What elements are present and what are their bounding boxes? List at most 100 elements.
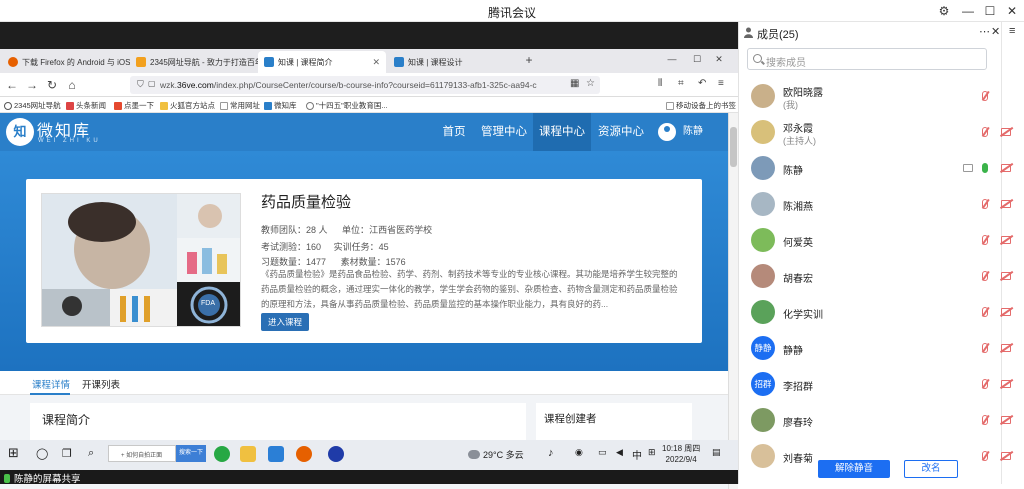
browser-tab[interactable]: 下载 Firefox 的 Android 与 iOS 版 xyxy=(2,51,130,73)
unmute-all-button[interactable]: 解除静音 xyxy=(818,460,890,478)
member-row[interactable]: 陈湘燕 xyxy=(739,186,1011,222)
browser-tab[interactable]: 2345网址导航 - 致力于打造百年 xyxy=(130,51,258,73)
microphone-muted-icon[interactable] xyxy=(982,343,988,353)
camera-off-icon[interactable] xyxy=(1001,380,1011,388)
microphone-muted-icon[interactable] xyxy=(982,199,988,209)
member-row[interactable]: 何爱英 xyxy=(739,222,1011,258)
settings-icon[interactable]: ⚙ xyxy=(933,2,955,20)
maximize-icon[interactable]: ☐ xyxy=(979,2,1001,20)
menu-icon[interactable]: ≡ xyxy=(718,78,724,89)
camera-off-icon[interactable] xyxy=(1001,200,1011,208)
mic-tray-icon[interactable]: ♪ xyxy=(548,447,554,459)
bookmark-item[interactable]: 点墨一下 xyxy=(114,100,154,111)
home-icon[interactable]: ⌂ xyxy=(65,78,79,92)
meeting-app-icon[interactable] xyxy=(268,446,284,462)
microphone-icon[interactable] xyxy=(982,163,988,173)
screen-share-icon xyxy=(963,164,973,172)
screenshot-icon[interactable]: ⌗ xyxy=(678,78,684,89)
bookmark-star-icon[interactable]: ☆ xyxy=(586,78,595,89)
microphone-muted-icon[interactable] xyxy=(982,415,988,425)
camera-off-icon[interactable] xyxy=(1001,308,1011,316)
member-row[interactable]: 静静 静静 xyxy=(739,330,1011,366)
member-row[interactable]: 邓永霞 (主持人) xyxy=(739,114,1011,150)
member-row[interactable]: 招群 李招群 xyxy=(739,366,1011,402)
enter-course-button[interactable]: 进入课程 xyxy=(261,313,309,331)
user-name[interactable]: 陈静 xyxy=(683,113,703,151)
member-search-input[interactable]: 搜索成员 xyxy=(747,48,987,70)
close-panel-icon[interactable]: ✕ xyxy=(991,25,1000,38)
browser-tab[interactable]: 知课 | 课程设计 xyxy=(388,51,516,73)
camera-off-icon[interactable] xyxy=(1001,164,1011,172)
close-icon[interactable]: ✕ xyxy=(1001,2,1023,20)
microphone-muted-icon[interactable] xyxy=(982,91,988,101)
member-row[interactable]: 廖春玲 xyxy=(739,402,1011,438)
maximize-icon[interactable]: ☐ xyxy=(690,54,704,65)
windows-search-icon[interactable]: ⌕ xyxy=(88,447,94,460)
minimize-icon[interactable]: — xyxy=(957,2,979,20)
new-tab-icon[interactable]: + xyxy=(522,53,536,67)
microphone-muted-icon[interactable] xyxy=(982,127,988,137)
bookmark-item[interactable]: 微知库 xyxy=(264,100,297,111)
member-row[interactable]: 欧阳晓露 (我) xyxy=(739,78,1001,114)
camera-off-icon[interactable] xyxy=(1001,128,1011,136)
notification-icon[interactable]: ▤ xyxy=(712,447,721,458)
network-icon[interactable]: ▭ xyxy=(598,447,607,458)
more-options-icon[interactable]: ⋯ xyxy=(979,25,990,38)
nav-courses[interactable]: 课程中心 xyxy=(533,113,591,151)
weather-widget[interactable]: 29°C 多云 xyxy=(468,448,524,461)
tab-course-list[interactable]: 开课列表 xyxy=(82,377,120,391)
library-icon[interactable]: ⫴ xyxy=(658,78,662,89)
taskbar-search-input[interactable]: + 如何自拍正面 xyxy=(108,445,176,462)
file-explorer-icon[interactable] xyxy=(240,446,256,462)
microphone-muted-icon[interactable] xyxy=(982,235,988,245)
bookmark-item[interactable]: 头条新闻 xyxy=(66,100,106,111)
close-icon[interactable]: ✕ xyxy=(712,54,726,65)
app-globe-icon[interactable] xyxy=(328,446,344,462)
bookmark-item[interactable]: 移动设备上的书签 xyxy=(666,100,736,111)
input-language[interactable]: 中 xyxy=(632,447,642,462)
bookmark-item[interactable]: 常用网址 xyxy=(220,100,260,111)
search-icon[interactable]: ◯ xyxy=(36,447,48,460)
nav-resources[interactable]: 资源中心 xyxy=(592,113,650,151)
close-tab-icon[interactable]: ✕ xyxy=(372,57,380,68)
back-arrow-icon[interactable]: ← xyxy=(5,78,19,92)
scrollbar-thumb[interactable] xyxy=(730,127,737,167)
member-row[interactable]: 化学实训 xyxy=(739,294,1011,330)
site-logo[interactable]: 知 xyxy=(6,118,34,146)
reload-icon[interactable]: ↻ xyxy=(45,78,59,92)
nav-home[interactable]: 首页 xyxy=(432,113,476,151)
browser-tab-active[interactable]: 知课 | 课程简介 ✕ xyxy=(258,51,386,73)
input-method-icon[interactable]: ⊞ xyxy=(648,447,656,458)
avatar[interactable] xyxy=(658,123,676,141)
member-row[interactable]: 陈静 xyxy=(739,150,1011,186)
windows-start-icon[interactable]: ⊞ xyxy=(8,445,19,461)
volume-icon[interactable]: ◀ xyxy=(616,447,623,458)
bookmark-item[interactable]: "十四五"职业教育国... xyxy=(306,100,388,111)
microphone-muted-icon[interactable] xyxy=(982,379,988,389)
nav-management[interactable]: 管理中心 xyxy=(476,113,532,151)
camera-off-icon[interactable] xyxy=(1001,272,1011,280)
qr-code-icon[interactable]: ▦ xyxy=(570,78,579,89)
minimize-icon[interactable]: — xyxy=(665,54,679,64)
camera-off-icon[interactable] xyxy=(1001,416,1011,424)
camera-off-icon[interactable] xyxy=(1001,236,1011,244)
undo-icon[interactable]: ↶ xyxy=(698,78,706,89)
app-360-icon[interactable] xyxy=(214,446,230,462)
bookmark-item[interactable]: 2345网址导航 xyxy=(4,100,61,111)
tab-course-details[interactable]: 课程详情 xyxy=(32,377,70,391)
camera-off-icon[interactable] xyxy=(1001,344,1011,352)
microphone-muted-icon[interactable] xyxy=(982,307,988,317)
forward-arrow-icon[interactable]: → xyxy=(25,78,39,92)
member-row[interactable]: 胡春宏 xyxy=(739,258,1011,294)
taskbar-clock[interactable]: 10:18 周四 2022/9/4 xyxy=(662,443,700,465)
sidebar-menu-icon[interactable]: ≡ xyxy=(1009,25,1015,37)
page-scrollbar[interactable] xyxy=(728,113,738,489)
address-bar[interactable]: ⛉ ▢ wzk.36ve.com/index.php/CourseCenter/… xyxy=(130,76,600,94)
taskbar-search-button[interactable]: 搜索一下 xyxy=(176,445,206,462)
task-view-icon[interactable]: ❐ xyxy=(62,447,72,460)
microphone-muted-icon[interactable] xyxy=(982,271,988,281)
bookmark-item[interactable]: 火狐官方站点 xyxy=(160,100,215,111)
firefox-icon[interactable] xyxy=(296,446,312,462)
rename-button[interactable]: 改名 xyxy=(904,460,958,478)
tray-app-icon[interactable]: ◉ xyxy=(575,447,583,458)
